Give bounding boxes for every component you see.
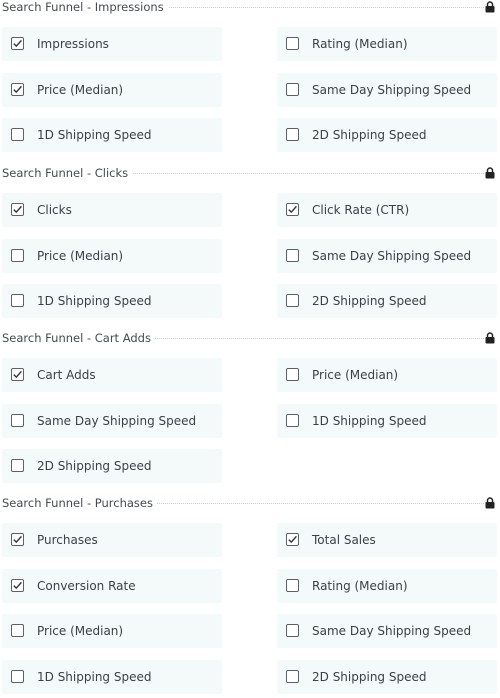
checkbox-checked[interactable] (11, 203, 24, 216)
option-1d-shipping-speed[interactable]: 1D Shipping Speed (2, 118, 222, 152)
checkbox-unchecked[interactable] (11, 249, 24, 262)
checkmark-icon (13, 85, 22, 94)
checkbox-checked[interactable] (11, 83, 24, 96)
option-purchases[interactable]: Purchases (2, 523, 222, 557)
checkbox-unchecked[interactable] (286, 670, 299, 683)
checkbox-unchecked[interactable] (286, 294, 299, 307)
option-price-median[interactable]: Price (Median) (2, 73, 222, 107)
option-label: Price (Median) (37, 624, 124, 638)
option-label: 1D Shipping Speed (37, 128, 152, 142)
option-rating-median[interactable]: Rating (Median) (277, 27, 497, 61)
checkmark-icon (13, 205, 22, 214)
option-same-day-shipping-speed[interactable]: Same Day Shipping Speed (277, 73, 497, 107)
option-same-day-shipping-speed[interactable]: Same Day Shipping Speed (277, 239, 497, 273)
section-header: Search Funnel - Cart Adds (0, 331, 500, 345)
option-label: 1D Shipping Speed (37, 294, 152, 308)
option-1d-shipping-speed[interactable]: 1D Shipping Speed (277, 404, 497, 438)
option-label: Same Day Shipping Speed (37, 414, 197, 428)
option-label: Same Day Shipping Speed (312, 249, 472, 263)
checkmark-icon (13, 39, 22, 48)
option-1d-shipping-speed[interactable]: 1D Shipping Speed (2, 660, 222, 694)
option-label: 2D Shipping Speed (312, 128, 427, 142)
option-label: 1D Shipping Speed (37, 670, 152, 684)
lock-icon (485, 167, 495, 179)
checkmark-icon (288, 535, 297, 544)
option-label: Impressions (37, 37, 109, 51)
option-rating-median[interactable]: Rating (Median) (277, 569, 497, 603)
option-label: Cart Adds (37, 368, 96, 382)
section-header: Search Funnel - Purchases (0, 496, 500, 510)
option-2d-shipping-speed[interactable]: 2D Shipping Speed (2, 449, 222, 483)
checkbox-unchecked[interactable] (11, 414, 24, 427)
option-impressions[interactable]: Impressions (2, 27, 222, 61)
option-label: Same Day Shipping Speed (312, 624, 472, 638)
option-label: Total Sales (312, 533, 376, 547)
option-2d-shipping-speed[interactable]: 2D Shipping Speed (277, 284, 497, 318)
option-label: 2D Shipping Speed (312, 670, 427, 684)
option-label: Same Day Shipping Speed (312, 83, 472, 97)
checkmark-icon (288, 205, 297, 214)
option-2d-shipping-speed[interactable]: 2D Shipping Speed (277, 118, 497, 152)
checkbox-unchecked[interactable] (286, 414, 299, 427)
option-1d-shipping-speed[interactable]: 1D Shipping Speed (2, 284, 222, 318)
checkbox-unchecked[interactable] (286, 249, 299, 262)
option-price-median[interactable]: Price (Median) (2, 239, 222, 273)
section-title: Search Funnel - Clicks (2, 166, 133, 180)
option-label: Conversion Rate (37, 579, 136, 593)
section-title: Search Funnel - Cart Adds (2, 331, 155, 345)
option-label: Price (Median) (312, 368, 399, 382)
checkmark-icon (13, 370, 22, 379)
checkbox-unchecked[interactable] (286, 128, 299, 141)
option-cart-adds[interactable]: Cart Adds (2, 358, 222, 392)
option-label: Click Rate (CTR) (312, 203, 410, 217)
option-label: Price (Median) (37, 83, 124, 97)
checkbox-unchecked[interactable] (286, 83, 299, 96)
option-conversion-rate[interactable]: Conversion Rate (2, 569, 222, 603)
checkbox-checked[interactable] (11, 368, 24, 381)
checkmark-icon (13, 581, 22, 590)
checkbox-checked[interactable] (286, 533, 299, 546)
checkmark-icon (13, 535, 22, 544)
section-title: Search Funnel - Impressions (2, 0, 168, 14)
option-price-median[interactable]: Price (Median) (277, 358, 497, 392)
option-same-day-shipping-speed[interactable]: Same Day Shipping Speed (2, 404, 222, 438)
checkbox-unchecked[interactable] (286, 368, 299, 381)
checkbox-unchecked[interactable] (286, 579, 299, 592)
option-label: Purchases (37, 533, 98, 547)
option-label: 1D Shipping Speed (312, 414, 427, 428)
option-label: Rating (Median) (312, 579, 408, 593)
option-same-day-shipping-speed[interactable]: Same Day Shipping Speed (277, 614, 497, 648)
section-header: Search Funnel - Impressions (0, 0, 500, 14)
option-click-rate-ctr[interactable]: Click Rate (CTR) (277, 193, 497, 227)
lock-icon (485, 1, 495, 13)
section-title: Search Funnel - Purchases (2, 496, 157, 510)
checkbox-checked[interactable] (11, 37, 24, 50)
checkbox-unchecked[interactable] (11, 294, 24, 307)
checkbox-checked[interactable] (11, 533, 24, 546)
option-clicks[interactable]: Clicks (2, 193, 222, 227)
option-2d-shipping-speed[interactable]: 2D Shipping Speed (277, 660, 497, 694)
option-label: Price (Median) (37, 249, 124, 263)
lock-icon (485, 332, 495, 344)
checkbox-unchecked[interactable] (11, 459, 24, 472)
option-label: Clicks (37, 203, 72, 217)
checkbox-checked[interactable] (11, 579, 24, 592)
checkbox-checked[interactable] (286, 203, 299, 216)
option-price-median[interactable]: Price (Median) (2, 614, 222, 648)
option-label: 2D Shipping Speed (312, 294, 427, 308)
checkbox-unchecked[interactable] (11, 128, 24, 141)
checkbox-unchecked[interactable] (11, 624, 24, 637)
checkbox-unchecked[interactable] (286, 624, 299, 637)
checkbox-unchecked[interactable] (286, 37, 299, 50)
option-label: Rating (Median) (312, 37, 408, 51)
option-total-sales[interactable]: Total Sales (277, 523, 497, 557)
lock-icon (485, 497, 495, 509)
section-header: Search Funnel - Clicks (0, 166, 500, 180)
checkbox-unchecked[interactable] (11, 670, 24, 683)
option-label: 2D Shipping Speed (37, 459, 152, 473)
